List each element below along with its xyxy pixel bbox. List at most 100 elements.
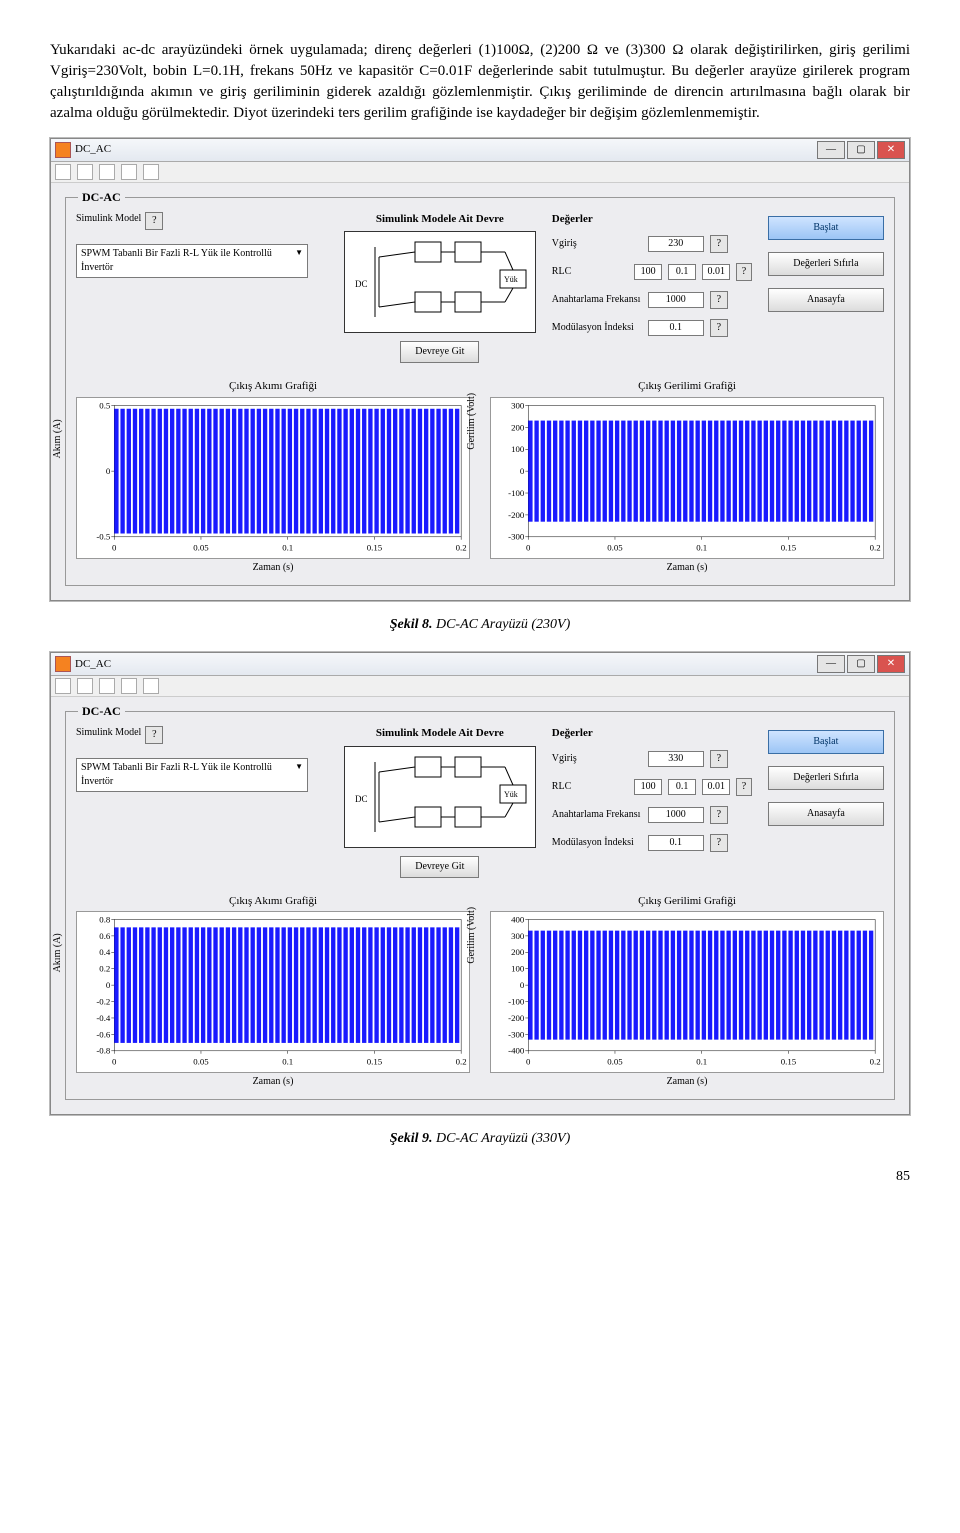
- toolbar-icon[interactable]: [77, 164, 93, 180]
- chart-title-akim: Çıkış Akımı Grafiği: [76, 379, 470, 394]
- svg-text:0.15: 0.15: [781, 542, 797, 552]
- vgiris-label: Vgiriş: [552, 237, 642, 251]
- help-button[interactable]: ?: [710, 291, 728, 309]
- toolbar-icon[interactable]: [55, 164, 71, 180]
- mod-input[interactable]: 0.1: [648, 320, 704, 336]
- yuk-label: Yük: [504, 275, 518, 284]
- reset-button[interactable]: Değerleri Sıfırla: [768, 252, 884, 276]
- dcac-group: DC-AC Simulink Model ? SPWM Tabanli Bir …: [65, 711, 895, 1100]
- rlc-l-input[interactable]: 0.1: [668, 779, 696, 795]
- rlc-label: RLC: [552, 780, 628, 794]
- dcac-group: DC-AC Simulink Model ? SPWM Tabanli Bir …: [65, 197, 895, 586]
- chart-akim-230: Akım (A) -0.500.500.050.10.150.2: [76, 397, 470, 559]
- toolbar-icon[interactable]: [121, 678, 137, 694]
- svg-text:0.05: 0.05: [193, 1057, 209, 1067]
- mod-input[interactable]: 0.1: [648, 835, 704, 851]
- ylabel-akim: Akım (A): [51, 419, 65, 458]
- page-number: 85: [50, 1167, 910, 1187]
- svg-text:0.2: 0.2: [456, 542, 467, 552]
- svg-text:-0.2: -0.2: [96, 997, 110, 1007]
- help-button[interactable]: ?: [736, 263, 752, 281]
- close-button[interactable]: ✕: [877, 141, 905, 159]
- matlab-icon: [55, 656, 71, 672]
- rlc-r-input[interactable]: 100: [634, 264, 662, 280]
- chart-title-akim: Çıkış Akımı Grafiği: [76, 894, 470, 909]
- dc-label: DC: [355, 279, 368, 289]
- dcac-window-230: DC_AC — ▢ ✕ DC-AC Simulink Model ? SP: [50, 138, 910, 601]
- help-button[interactable]: ?: [145, 212, 163, 230]
- svg-text:0.4: 0.4: [99, 947, 111, 957]
- rlc-label: RLC: [552, 265, 628, 279]
- svg-text:300: 300: [511, 931, 525, 941]
- vgiris-label: Vgiriş: [552, 752, 642, 766]
- start-button[interactable]: Başlat: [768, 730, 884, 754]
- simulink-model-label: Simulink Model: [76, 726, 141, 740]
- svg-text:0.2: 0.2: [870, 1057, 881, 1067]
- help-button[interactable]: ?: [710, 235, 728, 253]
- svg-text:0.1: 0.1: [282, 542, 293, 552]
- maximize-button[interactable]: ▢: [847, 141, 875, 159]
- svg-text:0.05: 0.05: [607, 1057, 623, 1067]
- window-toolbar: [51, 162, 909, 183]
- minimize-button[interactable]: —: [817, 655, 845, 673]
- rlc-l-input[interactable]: 0.1: [668, 264, 696, 280]
- svg-text:0.15: 0.15: [781, 1057, 797, 1067]
- toolbar-icon[interactable]: [99, 164, 115, 180]
- dcac-window-330: DC_AC — ▢ ✕ DC-AC Simulink Model ? SPWM …: [50, 652, 910, 1115]
- svg-text:0.1: 0.1: [696, 542, 707, 552]
- toolbar-icon[interactable]: [55, 678, 71, 694]
- svg-text:0.8: 0.8: [99, 915, 111, 925]
- svg-text:0.05: 0.05: [607, 542, 623, 552]
- xlabel: Zaman (s): [76, 1075, 470, 1089]
- svg-text:0: 0: [112, 1057, 117, 1067]
- rlc-r-input[interactable]: 100: [634, 779, 662, 795]
- start-button[interactable]: Başlat: [768, 216, 884, 240]
- help-button[interactable]: ?: [145, 726, 163, 744]
- help-button[interactable]: ?: [710, 750, 728, 768]
- help-button[interactable]: ?: [710, 319, 728, 337]
- vgiris-input[interactable]: 330: [648, 751, 704, 767]
- window-titlebar: DC_AC — ▢ ✕: [51, 653, 909, 676]
- minimize-button[interactable]: —: [817, 141, 845, 159]
- home-button[interactable]: Anasayfa: [768, 802, 884, 826]
- group-title: DC-AC: [78, 703, 125, 720]
- svg-text:-0.5: -0.5: [96, 532, 111, 542]
- model-dropdown[interactable]: SPWM Tabanli Bir Fazli R-L Yük ile Kontr…: [76, 758, 308, 792]
- svg-text:0: 0: [526, 542, 531, 552]
- svg-text:DC: DC: [355, 794, 368, 804]
- freq-input[interactable]: 1000: [648, 807, 704, 823]
- toolbar-icon[interactable]: [143, 164, 159, 180]
- home-button[interactable]: Anasayfa: [768, 288, 884, 312]
- help-button[interactable]: ?: [710, 806, 728, 824]
- vgiris-input[interactable]: 230: [648, 236, 704, 252]
- svg-text:-100: -100: [508, 997, 525, 1007]
- chart-akim-330: Akım (A) -0.8-0.6-0.4-0.200.20.40.60.800…: [76, 911, 470, 1073]
- devreye-git-button[interactable]: Devreye Git: [400, 341, 479, 363]
- rlc-c-input[interactable]: 0.01: [702, 264, 730, 280]
- svg-text:200: 200: [511, 422, 525, 432]
- toolbar-icon[interactable]: [99, 678, 115, 694]
- devreye-git-button[interactable]: Devreye Git: [400, 856, 479, 878]
- model-dropdown[interactable]: SPWM Tabanli Bir Fazli R-L Yük ile Kontr…: [76, 244, 308, 278]
- circuit-section-title: Simulink Modele Ait Devre: [344, 726, 536, 741]
- svg-text:0.2: 0.2: [870, 542, 881, 552]
- rlc-c-input[interactable]: 0.01: [702, 779, 730, 795]
- freq-input[interactable]: 1000: [648, 292, 704, 308]
- svg-text:-200: -200: [508, 510, 525, 520]
- group-title: DC-AC: [78, 189, 125, 206]
- circuit-diagram: DC Yük: [344, 746, 536, 848]
- ylabel-gerilim: Gerilim (Volt): [465, 393, 479, 450]
- reset-button[interactable]: Değerleri Sıfırla: [768, 766, 884, 790]
- window-title: DC_AC: [75, 142, 111, 157]
- ylabel-gerilim: Gerilim (Volt): [465, 907, 479, 964]
- toolbar-icon[interactable]: [77, 678, 93, 694]
- toolbar-icon[interactable]: [121, 164, 137, 180]
- help-button[interactable]: ?: [710, 834, 728, 852]
- help-button[interactable]: ?: [736, 778, 752, 796]
- maximize-button[interactable]: ▢: [847, 655, 875, 673]
- toolbar-icon[interactable]: [143, 678, 159, 694]
- close-button[interactable]: ✕: [877, 655, 905, 673]
- xlabel: Zaman (s): [490, 1075, 884, 1089]
- freq-label: Anahtarlama Frekansı: [552, 293, 642, 307]
- svg-text:300: 300: [511, 400, 525, 410]
